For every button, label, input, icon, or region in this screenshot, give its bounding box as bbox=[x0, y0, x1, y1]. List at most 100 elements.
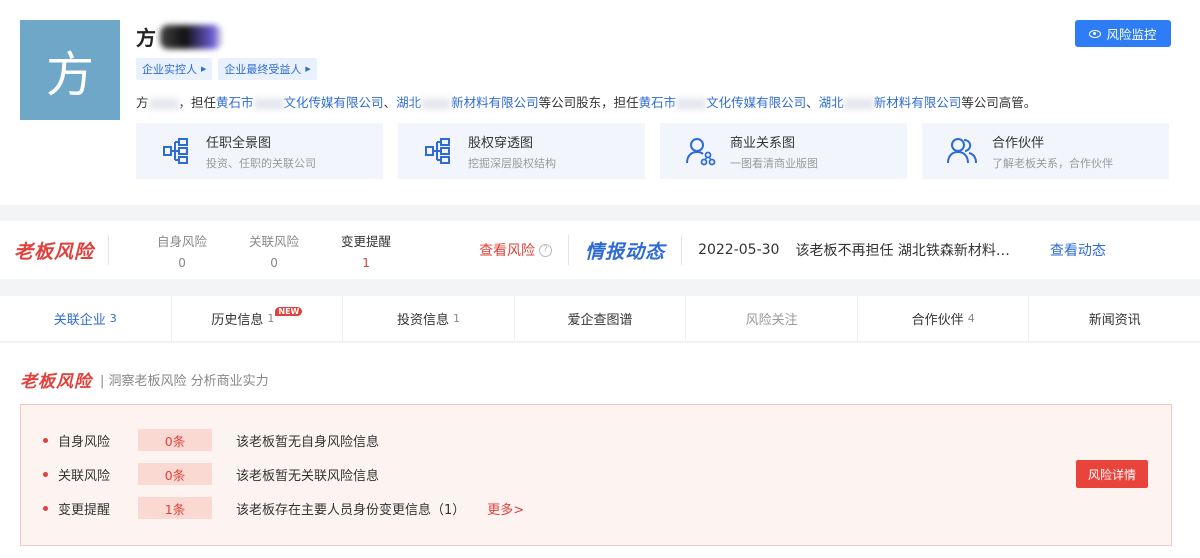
company-link[interactable]: 文化传媒有限公司 bbox=[706, 95, 806, 110]
tab-related-companies[interactable]: 关联企业 3 bbox=[0, 296, 172, 341]
redaction bbox=[253, 97, 284, 110]
card-subtitle: 一图看清商业版图 bbox=[730, 156, 818, 170]
name-redaction bbox=[160, 24, 222, 49]
org-chart-icon bbox=[158, 133, 194, 169]
desc-text: 等公司高管。 bbox=[961, 95, 1037, 110]
tag-label: 企业实控人 bbox=[142, 63, 197, 76]
tab-bar: 关联企业 3 历史信息 1 NEW 投资信息 1 爱企查图谱 风险关注 合作伙伴 4 新闻… bbox=[0, 296, 1200, 342]
tab-count: 4 bbox=[967, 312, 975, 325]
bullet-icon bbox=[43, 471, 48, 477]
avatar: 方 bbox=[20, 20, 120, 120]
stat-value: 1 bbox=[362, 255, 370, 270]
new-badge: NEW bbox=[275, 307, 303, 316]
stat-change-alert[interactable]: 变更提醒 1 bbox=[341, 231, 391, 270]
stat-label: 自身风险 bbox=[157, 233, 208, 249]
intel-news-logo: 情报动态 bbox=[585, 240, 666, 263]
company-link[interactable]: 黄石市 bbox=[639, 95, 677, 110]
desc-text: 、 bbox=[383, 95, 397, 110]
tab-label: 投资信息 bbox=[396, 313, 449, 328]
company-link[interactable]: 湖北 bbox=[396, 95, 421, 110]
row-label: 自身风险 bbox=[58, 434, 111, 450]
risk-row-change: 变更提醒 1条 该老板存在主要人员身份变更信息（1） 更多> bbox=[43, 497, 524, 519]
news-date: 2022-05-30 bbox=[698, 242, 780, 258]
view-risk-link[interactable]: 查看风险 ? bbox=[479, 240, 553, 260]
tag-ultimate-beneficiary[interactable]: 企业最终受益人 ▶ bbox=[218, 58, 317, 80]
tab-label: 风险关注 bbox=[745, 313, 798, 328]
person-name-text: 方 bbox=[136, 26, 156, 50]
row-text: 该老板暂无自身风险信息 bbox=[236, 434, 380, 450]
company-link[interactable]: 黄石市 bbox=[216, 95, 254, 110]
stat-value: 0 bbox=[270, 255, 278, 270]
company-link[interactable]: 新材料有限公司 bbox=[451, 95, 539, 110]
partners-icon bbox=[944, 133, 980, 169]
card-position-graph[interactable]: 任职全景图 投资、任职的关联公司 bbox=[136, 123, 383, 179]
stat-value: 0 bbox=[178, 255, 186, 270]
company-link[interactable]: 湖北 bbox=[819, 95, 844, 110]
more-link[interactable]: 更多> bbox=[487, 499, 524, 518]
eye-icon bbox=[1089, 29, 1102, 38]
row-text: 该老板暂无关联风险信息 bbox=[236, 468, 380, 484]
card-business-graph[interactable]: 商业关系图 一图看清商业版图 bbox=[660, 123, 907, 179]
tab-partners[interactable]: 合作伙伴 4 bbox=[858, 296, 1030, 341]
view-risk-label: 查看风险 bbox=[479, 243, 536, 259]
boss-risk-logo: 老板风险 bbox=[14, 240, 95, 263]
divider bbox=[108, 235, 110, 265]
card-title: 任职全景图 bbox=[206, 135, 272, 151]
bullet-icon bbox=[43, 505, 48, 511]
news-text[interactable]: 该老板不再担任 湖北铁森新材料… bbox=[795, 240, 1009, 260]
graph-cards: 任职全景图 投资、任职的关联公司 股权穿透图 挖掘深层股权结构 商业关系图 一图… bbox=[136, 123, 1169, 179]
card-subtitle: 了解老板关系，合作伙伴 bbox=[992, 156, 1113, 170]
section-title: 老板风险 bbox=[20, 372, 92, 392]
view-news-link[interactable]: 查看动态 bbox=[1050, 240, 1106, 260]
card-partners[interactable]: 合作伙伴 了解老板关系，合作伙伴 bbox=[922, 123, 1169, 179]
section-header: 老板风险 | 洞察老板风险 分析商业实力 bbox=[20, 367, 269, 392]
risk-summary-strip: 老板风险 自身风险 0 关联风险 0 变更提醒 1 查看风险 ? 情报动态 20… bbox=[0, 221, 1200, 279]
divider bbox=[681, 235, 683, 265]
tab-investments[interactable]: 投资信息 1 bbox=[343, 296, 515, 341]
tab-label: 关联企业 bbox=[53, 313, 106, 328]
caret-right-icon: ▶ bbox=[201, 65, 207, 73]
card-title: 股权穿透图 bbox=[468, 135, 534, 151]
profile-header: 方 方 企业实控人 ▶ 企业最终受益人 ▶ 方，担任黄石市 文化传媒有限公司、湖北… bbox=[0, 0, 1200, 205]
risk-monitor-label: 风险监控 bbox=[1106, 27, 1157, 42]
tab-label: 新闻资讯 bbox=[1088, 313, 1141, 328]
risk-detail-button[interactable]: 风险详情 bbox=[1076, 460, 1148, 488]
company-link[interactable]: 文化传媒有限公司 bbox=[284, 95, 384, 110]
risk-row-related: 关联风险 0条 该老板暂无关联风险信息 bbox=[43, 463, 379, 485]
stat-label: 变更提醒 bbox=[341, 233, 392, 249]
tab-news[interactable]: 新闻资讯 bbox=[1029, 296, 1200, 341]
bullet-icon bbox=[43, 437, 48, 443]
card-equity-graph[interactable]: 股权穿透图 挖掘深层股权结构 bbox=[398, 123, 645, 179]
desc-text: 方 bbox=[136, 95, 149, 110]
redaction bbox=[421, 97, 452, 110]
row-count: 0条 bbox=[138, 463, 212, 485]
section-subtitle: | 洞察老板风险 分析商业实力 bbox=[100, 374, 269, 389]
equity-tree-icon bbox=[420, 133, 456, 169]
desc-text: 等公司股东，担任 bbox=[538, 95, 639, 110]
tag-actual-controller[interactable]: 企业实控人 ▶ bbox=[136, 58, 213, 80]
risk-monitor-button[interactable]: 风险监控 bbox=[1075, 20, 1171, 47]
risk-row-self: 自身风险 0条 该老板暂无自身风险信息 bbox=[43, 429, 379, 451]
redaction bbox=[676, 97, 707, 110]
redaction bbox=[843, 97, 874, 110]
stat-related-risk[interactable]: 关联风险 0 bbox=[249, 231, 299, 270]
row-label: 变更提醒 bbox=[58, 502, 111, 518]
company-link[interactable]: 新材料有限公司 bbox=[874, 95, 962, 110]
tab-label: 合作伙伴 bbox=[911, 313, 964, 328]
caret-right-icon: ▶ bbox=[305, 65, 311, 73]
role-tags: 企业实控人 ▶ 企业最终受益人 ▶ bbox=[136, 58, 317, 80]
row-text: 该老板存在主要人员身份变更信息（1） bbox=[236, 502, 466, 518]
stat-self-risk[interactable]: 自身风险 0 bbox=[157, 231, 207, 270]
boss-risk-section: 老板风险 | 洞察老板风险 分析商业实力 自身风险 0条 该老板暂无自身风险信息… bbox=[0, 343, 1200, 558]
tab-graph[interactable]: 爱企查图谱 bbox=[515, 296, 687, 341]
card-title: 商业关系图 bbox=[730, 135, 796, 151]
desc-text: 、 bbox=[806, 95, 819, 110]
person-name: 方 bbox=[136, 22, 222, 51]
card-title: 合作伙伴 bbox=[992, 135, 1045, 151]
card-subtitle: 挖掘深层股权结构 bbox=[468, 156, 556, 170]
boss-profile-page: 方 方 企业实控人 ▶ 企业最终受益人 ▶ 方，担任黄石市 文化传媒有限公司、湖北… bbox=[0, 0, 1200, 558]
tab-history[interactable]: 历史信息 1 NEW bbox=[172, 296, 344, 341]
tab-risk-watch[interactable]: 风险关注 bbox=[686, 296, 858, 341]
help-icon[interactable]: ? bbox=[539, 243, 553, 257]
tag-label: 企业最终受益人 bbox=[224, 63, 302, 76]
